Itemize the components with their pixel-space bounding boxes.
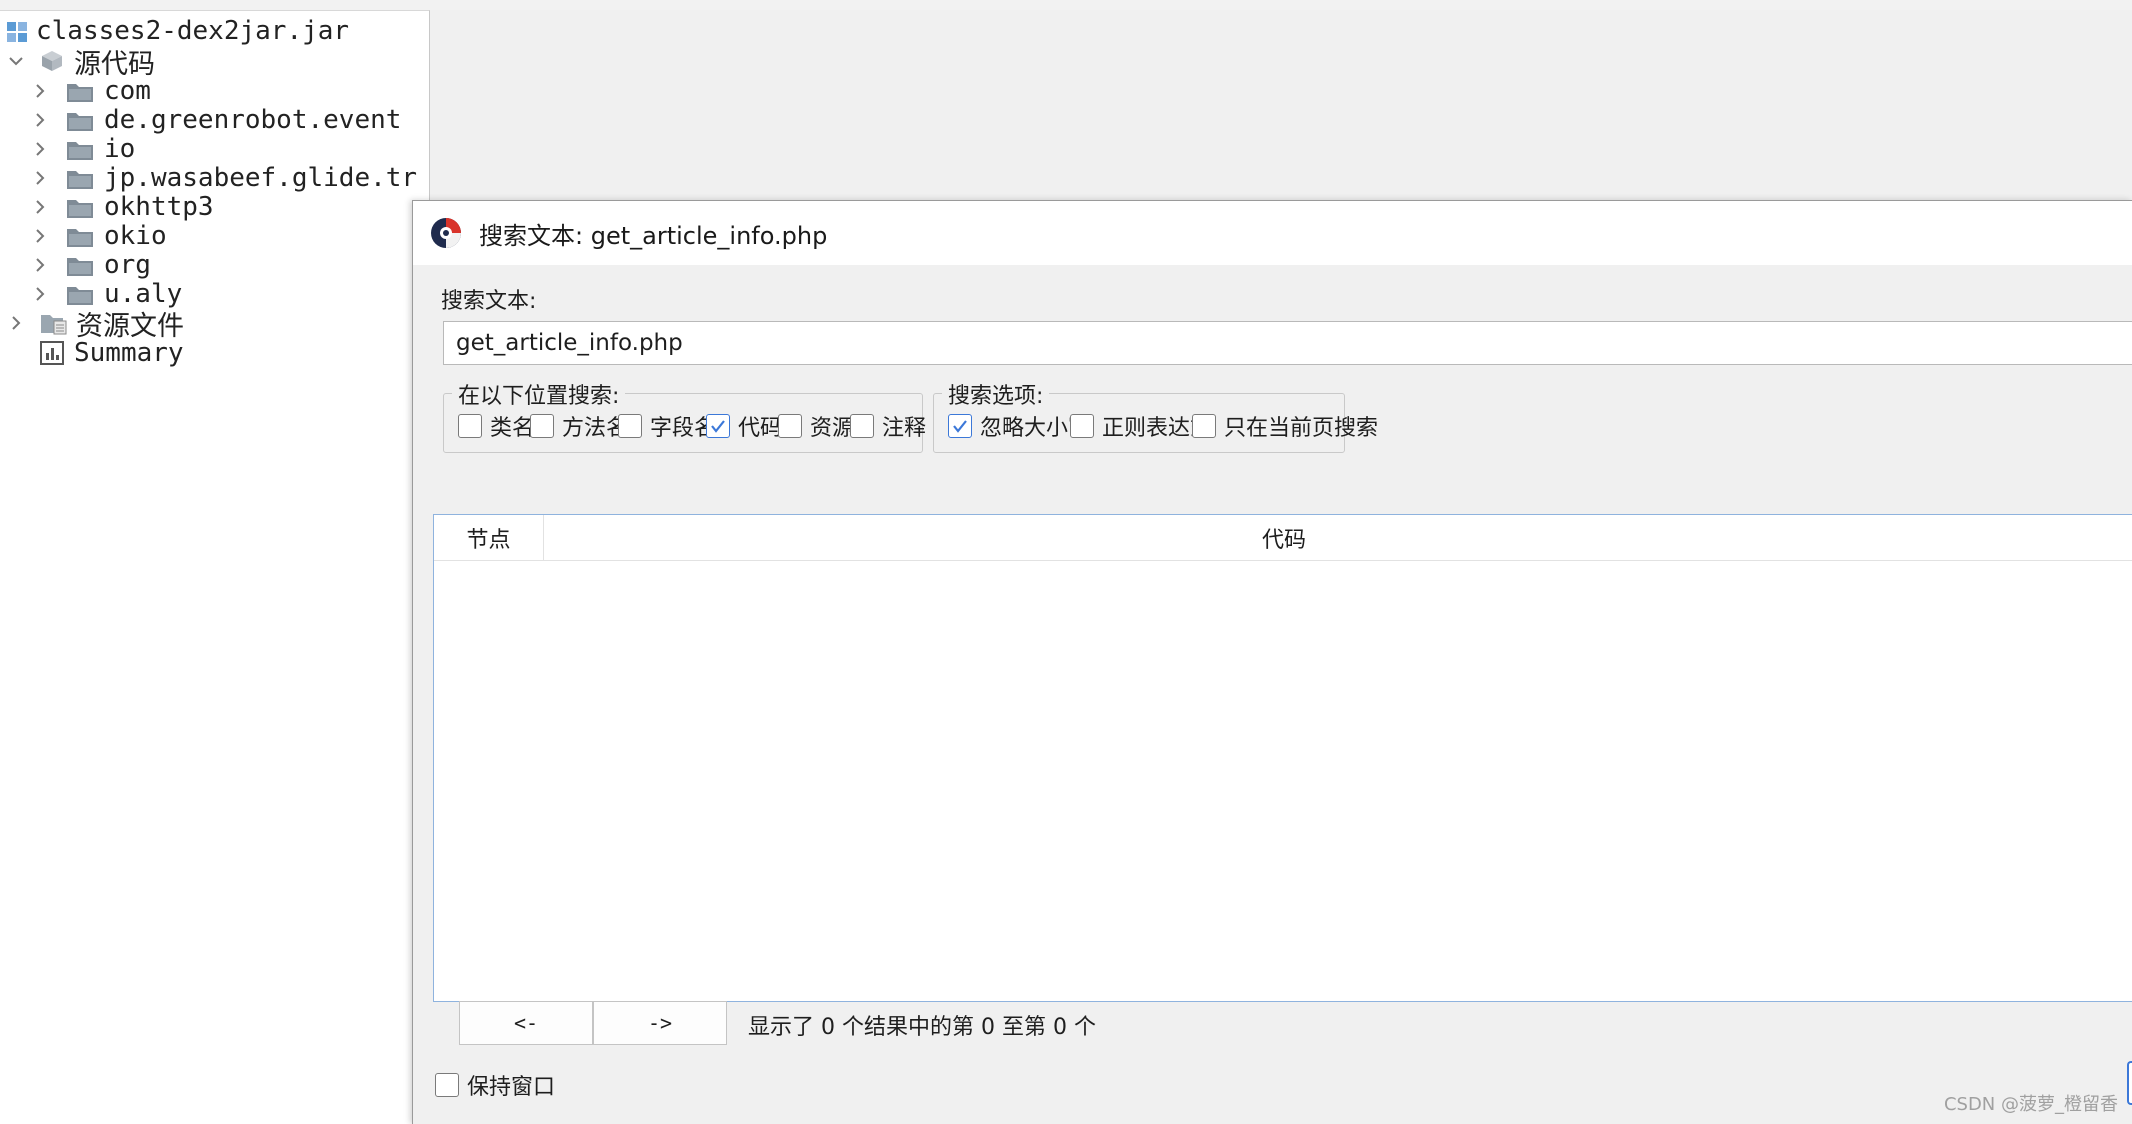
project-tree: classes2-dex2jar.jar 源代码 com de.greenrob… bbox=[0, 10, 430, 1124]
checkbox-box[interactable] bbox=[850, 414, 874, 438]
dialog-title: 搜索文本: get_article_info.php bbox=[479, 221, 828, 250]
checkbox-box[interactable] bbox=[778, 414, 802, 438]
folder-icon bbox=[66, 283, 94, 305]
jar-icon bbox=[6, 20, 28, 42]
folder-icon bbox=[66, 167, 94, 189]
folder-icon bbox=[66, 254, 94, 276]
checkbox-code[interactable]: 代码 bbox=[706, 410, 782, 442]
search-location-legend: 在以下位置搜索: bbox=[452, 378, 626, 410]
checkbox-label: 保持窗口 bbox=[467, 1075, 556, 1100]
column-header-code[interactable]: 代码 bbox=[544, 515, 2024, 561]
checkbox-box[interactable] bbox=[1070, 414, 1094, 438]
checkbox-box-checked[interactable] bbox=[948, 414, 972, 438]
checkmark-icon bbox=[953, 420, 967, 433]
results-table[interactable]: 节点 代码 bbox=[433, 514, 2132, 1002]
tree-item-summary[interactable]: Summary bbox=[40, 335, 184, 371]
checkbox-label: 只在当前页搜索 bbox=[1224, 416, 1379, 441]
folder-icon bbox=[66, 80, 94, 102]
checkbox-box-checked[interactable] bbox=[706, 414, 730, 438]
checkbox-field-name[interactable]: 字段名 bbox=[618, 410, 716, 442]
checkbox-comments[interactable]: 注释 bbox=[850, 410, 926, 442]
package-cube-icon bbox=[40, 49, 64, 73]
checkbox-class-name[interactable]: 类名 bbox=[458, 410, 534, 442]
checkbox-box[interactable] bbox=[618, 414, 642, 438]
search-options-legend: 搜索选项: bbox=[942, 378, 1050, 410]
dialog-titlebar[interactable]: 搜索文本: get_article_info.php bbox=[413, 201, 2132, 265]
search-location-group: 在以下位置搜索: 类名 方法名 字段名 代码 资源 注释 bbox=[443, 378, 926, 453]
top-strip bbox=[0, 0, 2132, 10]
prev-page-button[interactable]: <- bbox=[459, 1001, 593, 1045]
checkbox-current-page-only[interactable]: 只在当前页搜索 bbox=[1192, 410, 1378, 442]
checkbox-regex[interactable]: 正则表达式 bbox=[1070, 410, 1212, 442]
partial-button[interactable] bbox=[2127, 1061, 2132, 1105]
jadx-app-icon bbox=[429, 216, 463, 250]
chevron-right-icon[interactable] bbox=[30, 139, 50, 159]
resources-folder-icon bbox=[40, 311, 68, 335]
watermark: CSDN @菠萝_橙留香 bbox=[1943, 1094, 2118, 1115]
checkbox-box[interactable] bbox=[1192, 414, 1216, 438]
chevron-right-icon[interactable] bbox=[30, 226, 50, 246]
folder-icon bbox=[66, 109, 94, 131]
chevron-right-icon[interactable] bbox=[30, 255, 50, 275]
folder-icon bbox=[66, 196, 94, 218]
search-input[interactable] bbox=[443, 321, 2132, 365]
package-label: de.greenrobot.event bbox=[104, 105, 402, 135]
chevron-right-icon[interactable] bbox=[30, 284, 50, 304]
checkbox-box[interactable] bbox=[435, 1073, 459, 1097]
next-page-button[interactable]: -> bbox=[593, 1001, 727, 1045]
summary-chart-icon bbox=[40, 341, 64, 365]
checkbox-label: 资源 bbox=[810, 416, 855, 441]
checkbox-label: 代码 bbox=[738, 416, 783, 441]
checkbox-label: 注释 bbox=[882, 416, 927, 441]
chevron-right-icon[interactable] bbox=[30, 197, 50, 217]
chevron-right-icon[interactable] bbox=[6, 313, 26, 333]
results-header: 节点 代码 bbox=[434, 515, 2132, 561]
checkbox-box[interactable] bbox=[530, 414, 554, 438]
search-options-group: 搜索选项: 忽略大小写 正则表达式 只在当前页搜索 bbox=[933, 378, 1378, 453]
checkmark-icon bbox=[711, 420, 725, 433]
chevron-right-icon[interactable] bbox=[30, 168, 50, 188]
checkbox-box[interactable] bbox=[458, 414, 482, 438]
checkbox-label: 类名 bbox=[490, 416, 535, 441]
folder-icon bbox=[66, 225, 94, 247]
checkbox-keep-window[interactable]: 保持窗口 bbox=[435, 1069, 555, 1101]
chevron-right-icon[interactable] bbox=[30, 110, 50, 130]
results-status: 显示了 0 个结果中的第 0 至第 0 个 bbox=[748, 1015, 1096, 1040]
chevron-down-icon[interactable] bbox=[6, 51, 26, 71]
checkbox-method-name[interactable]: 方法名 bbox=[530, 410, 628, 442]
folder-icon bbox=[66, 138, 94, 160]
search-text-label: 搜索文本: bbox=[441, 289, 537, 314]
checkbox-resources[interactable]: 资源 bbox=[778, 410, 854, 442]
checkbox-ignore-case[interactable]: 忽略大小写 bbox=[948, 410, 1090, 442]
chevron-right-icon[interactable] bbox=[30, 81, 50, 101]
column-header-node[interactable]: 节点 bbox=[434, 515, 544, 561]
search-dialog: 搜索文本: get_article_info.php 搜索文本: 在以下位置搜索… bbox=[412, 200, 2132, 1124]
tree-summary-label: Summary bbox=[74, 338, 184, 368]
